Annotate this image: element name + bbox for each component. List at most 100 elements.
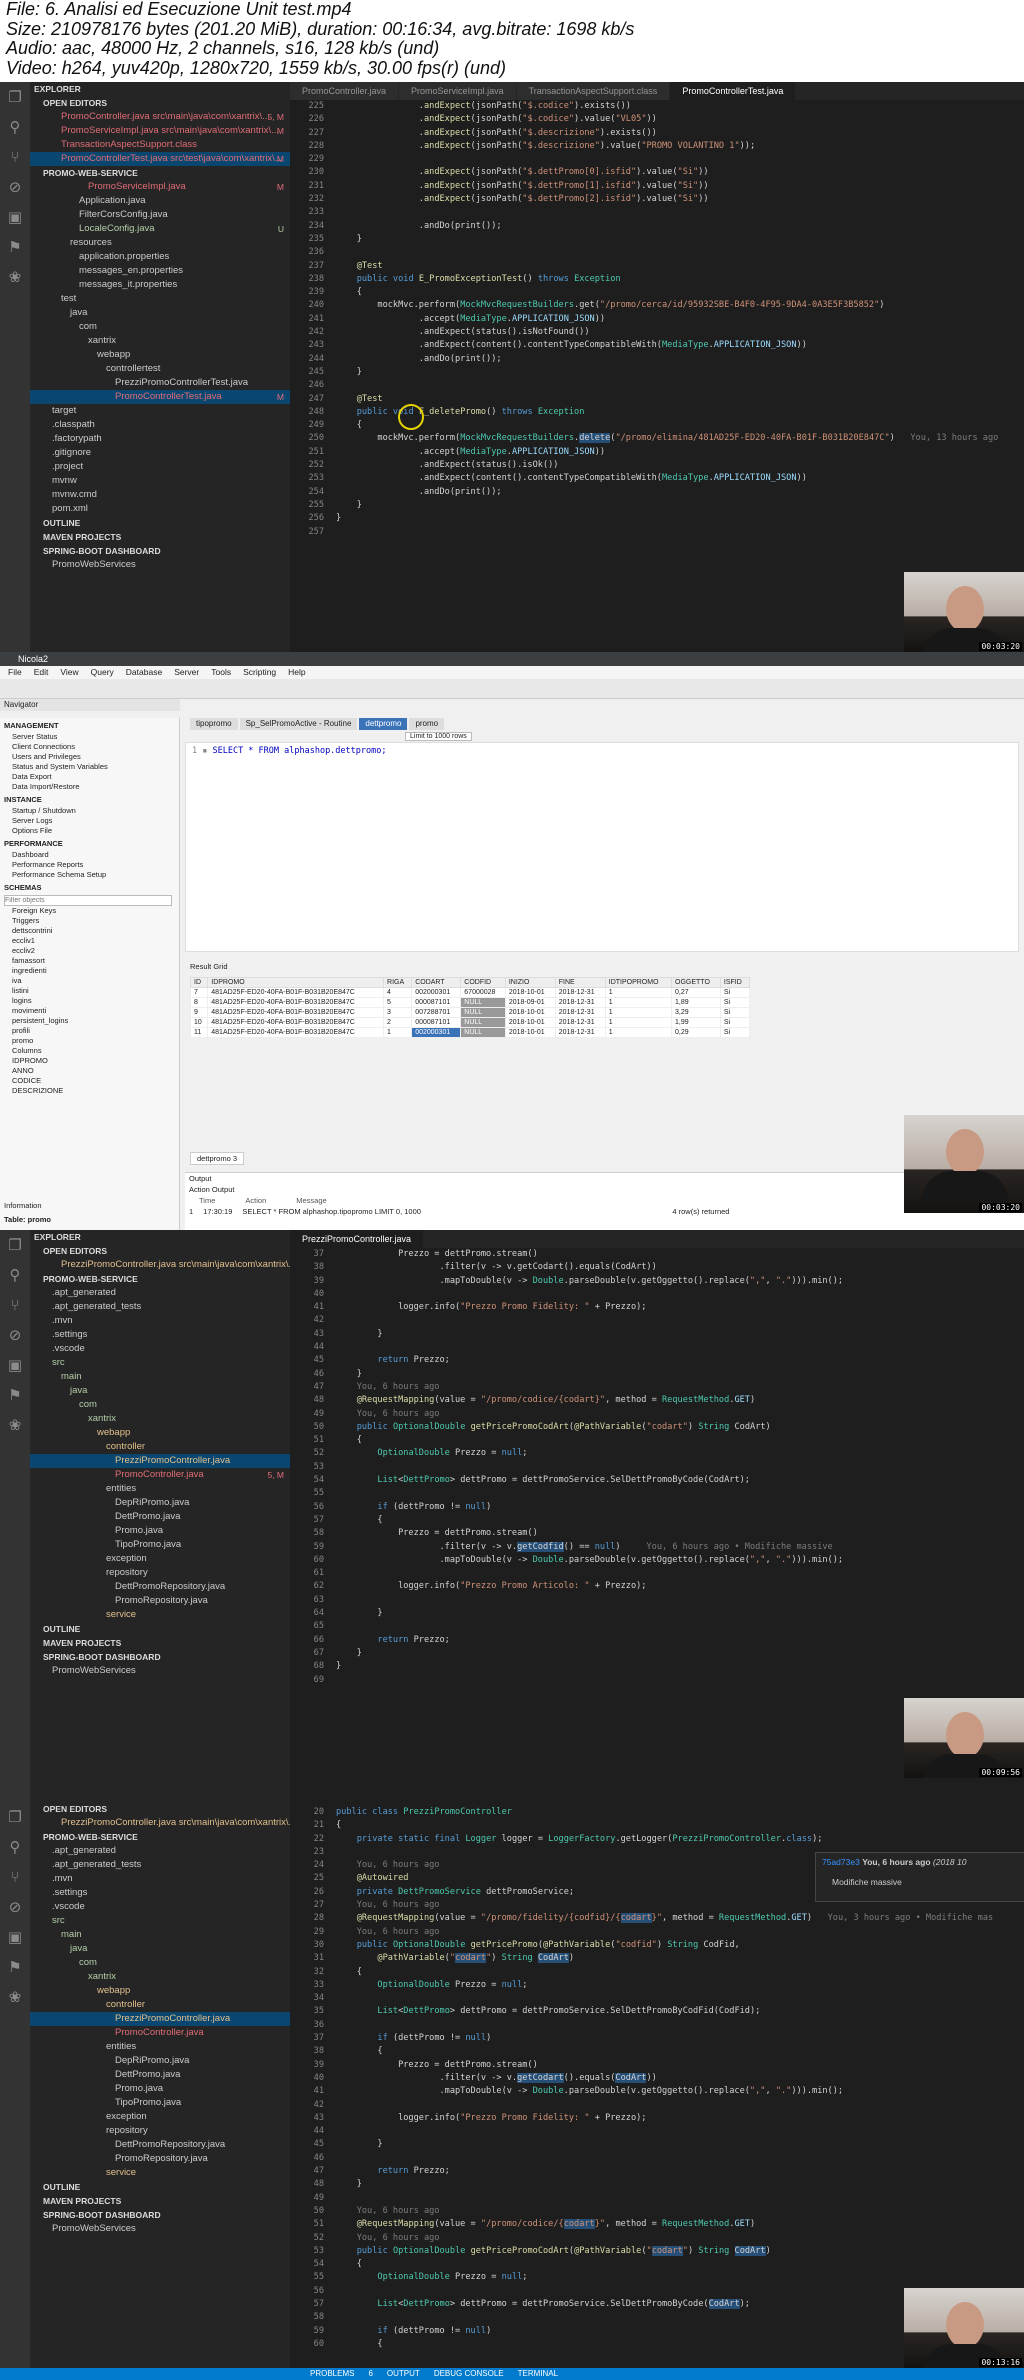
sidebar-item[interactable]: DepRiPromo.java <box>30 2054 290 2068</box>
navigator-item[interactable]: Server Logs <box>0 816 179 826</box>
grid-cell[interactable]: 1 <box>604 987 673 998</box>
grid-column-header[interactable]: ISFID <box>719 977 751 988</box>
grid-cell[interactable]: 1 <box>604 1017 673 1028</box>
sidebar-item[interactable]: PromoWebServices <box>30 2222 290 2236</box>
menu-item[interactable]: Edit <box>34 666 49 679</box>
navigator-item[interactable]: Data Import/Restore <box>0 782 179 792</box>
extensions-icon[interactable]: ▣ <box>0 1922 30 1952</box>
grid-column-header[interactable]: CODFID <box>460 977 506 988</box>
sidebar-item[interactable]: messages_it.properties <box>30 278 290 292</box>
grid-column-header[interactable]: RIGA <box>383 977 413 988</box>
sidebar-item[interactable]: PrezziPromoControllerTest.java <box>30 376 290 390</box>
sidebar-item[interactable]: .apt_generated <box>30 1286 290 1300</box>
sidebar-item[interactable]: .project <box>30 460 290 474</box>
sidebar-item[interactable]: Promo.java <box>30 1524 290 1538</box>
sidebar-item[interactable]: DepRiPromo.java <box>30 1496 290 1510</box>
table-row[interactable]: 7 481AD25F-ED20-40FA-B01F-B031B20E847C 4 00… <box>189 987 751 998</box>
maven-icon[interactable]: ⚑ <box>0 1380 30 1410</box>
menu-item[interactable]: Server <box>174 666 199 679</box>
result-tab[interactable]: dettpromo 3 <box>190 1152 245 1165</box>
table-row[interactable]: 11 481AD25F-ED20-40FA-B01F-B031B20E847C 1 0… <box>189 1027 751 1038</box>
navigator-item[interactable]: eccliv1 <box>0 936 179 946</box>
navigator-item[interactable]: iva <box>0 976 179 986</box>
sidebar-item[interactable]: PromoWebServices <box>30 1664 290 1678</box>
sidebar-item[interactable]: pom.xml <box>30 502 290 516</box>
sidebar-item[interactable]: PrezziPromoController.java src\main\java… <box>30 1816 290 1830</box>
status-item[interactable]: TERMINAL <box>518 2368 558 2380</box>
sidebar-item[interactable]: mvnw.cmd <box>30 488 290 502</box>
navigator-item[interactable]: DESCRIZIONE <box>0 1086 179 1096</box>
sidebar-item[interactable]: FilterCorsConfig.java <box>30 208 290 222</box>
navigator-item[interactable]: Dashboard <box>0 850 179 860</box>
grid-cell[interactable]: 3,29 <box>671 1007 721 1018</box>
sidebar-item[interactable]: test <box>30 292 290 306</box>
menu-item[interactable]: Tools <box>211 666 231 679</box>
sidebar-item[interactable]: java <box>30 306 290 320</box>
sidebar-item[interactable]: .apt_generated_tests <box>30 1858 290 1872</box>
sidebar-item[interactable]: controller <box>30 1440 290 1454</box>
files-icon[interactable]: ❐ <box>0 82 30 112</box>
sidebar-section[interactable]: MAVEN PROJECTS <box>30 2194 290 2208</box>
grid-cell[interactable]: 8 <box>189 997 209 1008</box>
grid-column-header[interactable]: ID <box>189 977 209 988</box>
grid-cell[interactable]: 481AD25F-ED20-40FA-B01F-B031B20E847C <box>207 987 385 998</box>
sidebar-section[interactable]: PROMO-WEB-SERVICE <box>30 166 290 180</box>
sidebar-item[interactable]: .settings <box>30 1328 290 1342</box>
sidebar-item[interactable]: DettPromo.java <box>30 2068 290 2082</box>
sidebar-section[interactable]: OUTLINE <box>30 2180 290 2194</box>
grid-cell[interactable]: 2018-12-31 <box>554 997 606 1008</box>
grid-cell[interactable]: 1,89 <box>671 997 721 1008</box>
navigator-item[interactable]: Performance Schema Setup <box>0 870 179 880</box>
grid-column-header[interactable]: INIZIO <box>504 977 556 988</box>
sidebar-item[interactable]: resources <box>30 236 290 250</box>
grid-cell[interactable]: 2018-12-31 <box>554 987 606 998</box>
grid-cell[interactable]: 2018-10-01 <box>504 1007 556 1018</box>
grid-cell[interactable]: Si <box>719 1027 751 1038</box>
sidebar-item[interactable]: exception <box>30 1552 290 1566</box>
grid-cell[interactable]: Si <box>719 987 751 998</box>
query-tab[interactable]: tipopromo <box>190 718 238 730</box>
sidebar-section[interactable]: EXPLORER <box>30 82 290 96</box>
grid-cell[interactable]: 11 <box>189 1027 209 1038</box>
spring-icon[interactable]: ❀ <box>0 262 30 292</box>
sidebar-item[interactable]: service <box>30 2166 290 2180</box>
grid-cell[interactable]: 007288701 <box>411 1007 462 1018</box>
grid-cell[interactable]: 1,99 <box>671 1017 721 1028</box>
result-grid[interactable]: ID IDPROMO RIGA CODART CODFID INIZIO FINE IDTIP… <box>189 977 751 1038</box>
sidebar-item[interactable]: .vscode <box>30 1342 290 1356</box>
query-tab[interactable]: Sp_SelPromoActive - Routine <box>239 718 358 730</box>
grid-cell[interactable]: 3 <box>383 1007 413 1018</box>
files-icon[interactable]: ❐ <box>0 1230 30 1260</box>
sidebar-item[interactable]: .classpath <box>30 418 290 432</box>
maven-icon[interactable]: ⚑ <box>0 232 30 262</box>
sidebar-item[interactable]: PromoController.java <box>30 2026 290 2040</box>
grid-cell[interactable]: NULL <box>460 1007 506 1018</box>
code-area[interactable]: 37 Prezzo = dettPromo.stream() 38 .filter… <box>290 1248 1024 1687</box>
sidebar-item[interactable]: PromoWebServices <box>30 558 290 572</box>
grid-cell[interactable]: 481AD25F-ED20-40FA-B01F-B031B20E847C <box>207 1017 385 1028</box>
grid-cell[interactable]: 2018-10-01 <box>504 1017 556 1028</box>
sidebar-section[interactable]: OUTLINE <box>30 1622 290 1636</box>
sidebar-item[interactable]: .apt_generated_tests <box>30 1300 290 1314</box>
sidebar-item[interactable]: java <box>30 1942 290 1956</box>
sidebar-item[interactable]: java <box>30 1384 290 1398</box>
sidebar-item[interactable]: webapp <box>30 1984 290 1998</box>
sidebar-item[interactable]: PrezziPromoController.java <box>30 2012 290 2026</box>
sidebar-item[interactable]: PromoServiceImpl.java src\main\java\com\… <box>30 124 290 138</box>
grid-cell[interactable]: 1 <box>383 1027 413 1038</box>
sidebar-item[interactable]: PromoControllerTest.java src\test\java\c… <box>30 152 290 166</box>
sidebar-item[interactable]: service <box>30 1608 290 1622</box>
navigator-item[interactable]: Startup / Shutdown <box>0 806 179 816</box>
navigator-item[interactable]: Status and System Variables <box>0 762 179 772</box>
sidebar-item[interactable]: .mvn <box>30 1314 290 1328</box>
spring-icon[interactable]: ❀ <box>0 1410 30 1440</box>
grid-cell[interactable]: 9 <box>189 1007 209 1018</box>
sidebar-item[interactable]: repository <box>30 1566 290 1580</box>
menu-item[interactable]: File <box>8 666 22 679</box>
navigator-item[interactable]: persistent_logins <box>0 1016 179 1026</box>
sidebar-item[interactable]: Application.java <box>30 194 290 208</box>
sidebar-item[interactable]: xantrix <box>30 1412 290 1426</box>
sidebar-section[interactable]: OUTLINE <box>30 516 290 530</box>
status-item[interactable]: PROBLEMS <box>310 2368 354 2380</box>
sidebar-item[interactable]: LocaleConfig.java U <box>30 222 290 236</box>
